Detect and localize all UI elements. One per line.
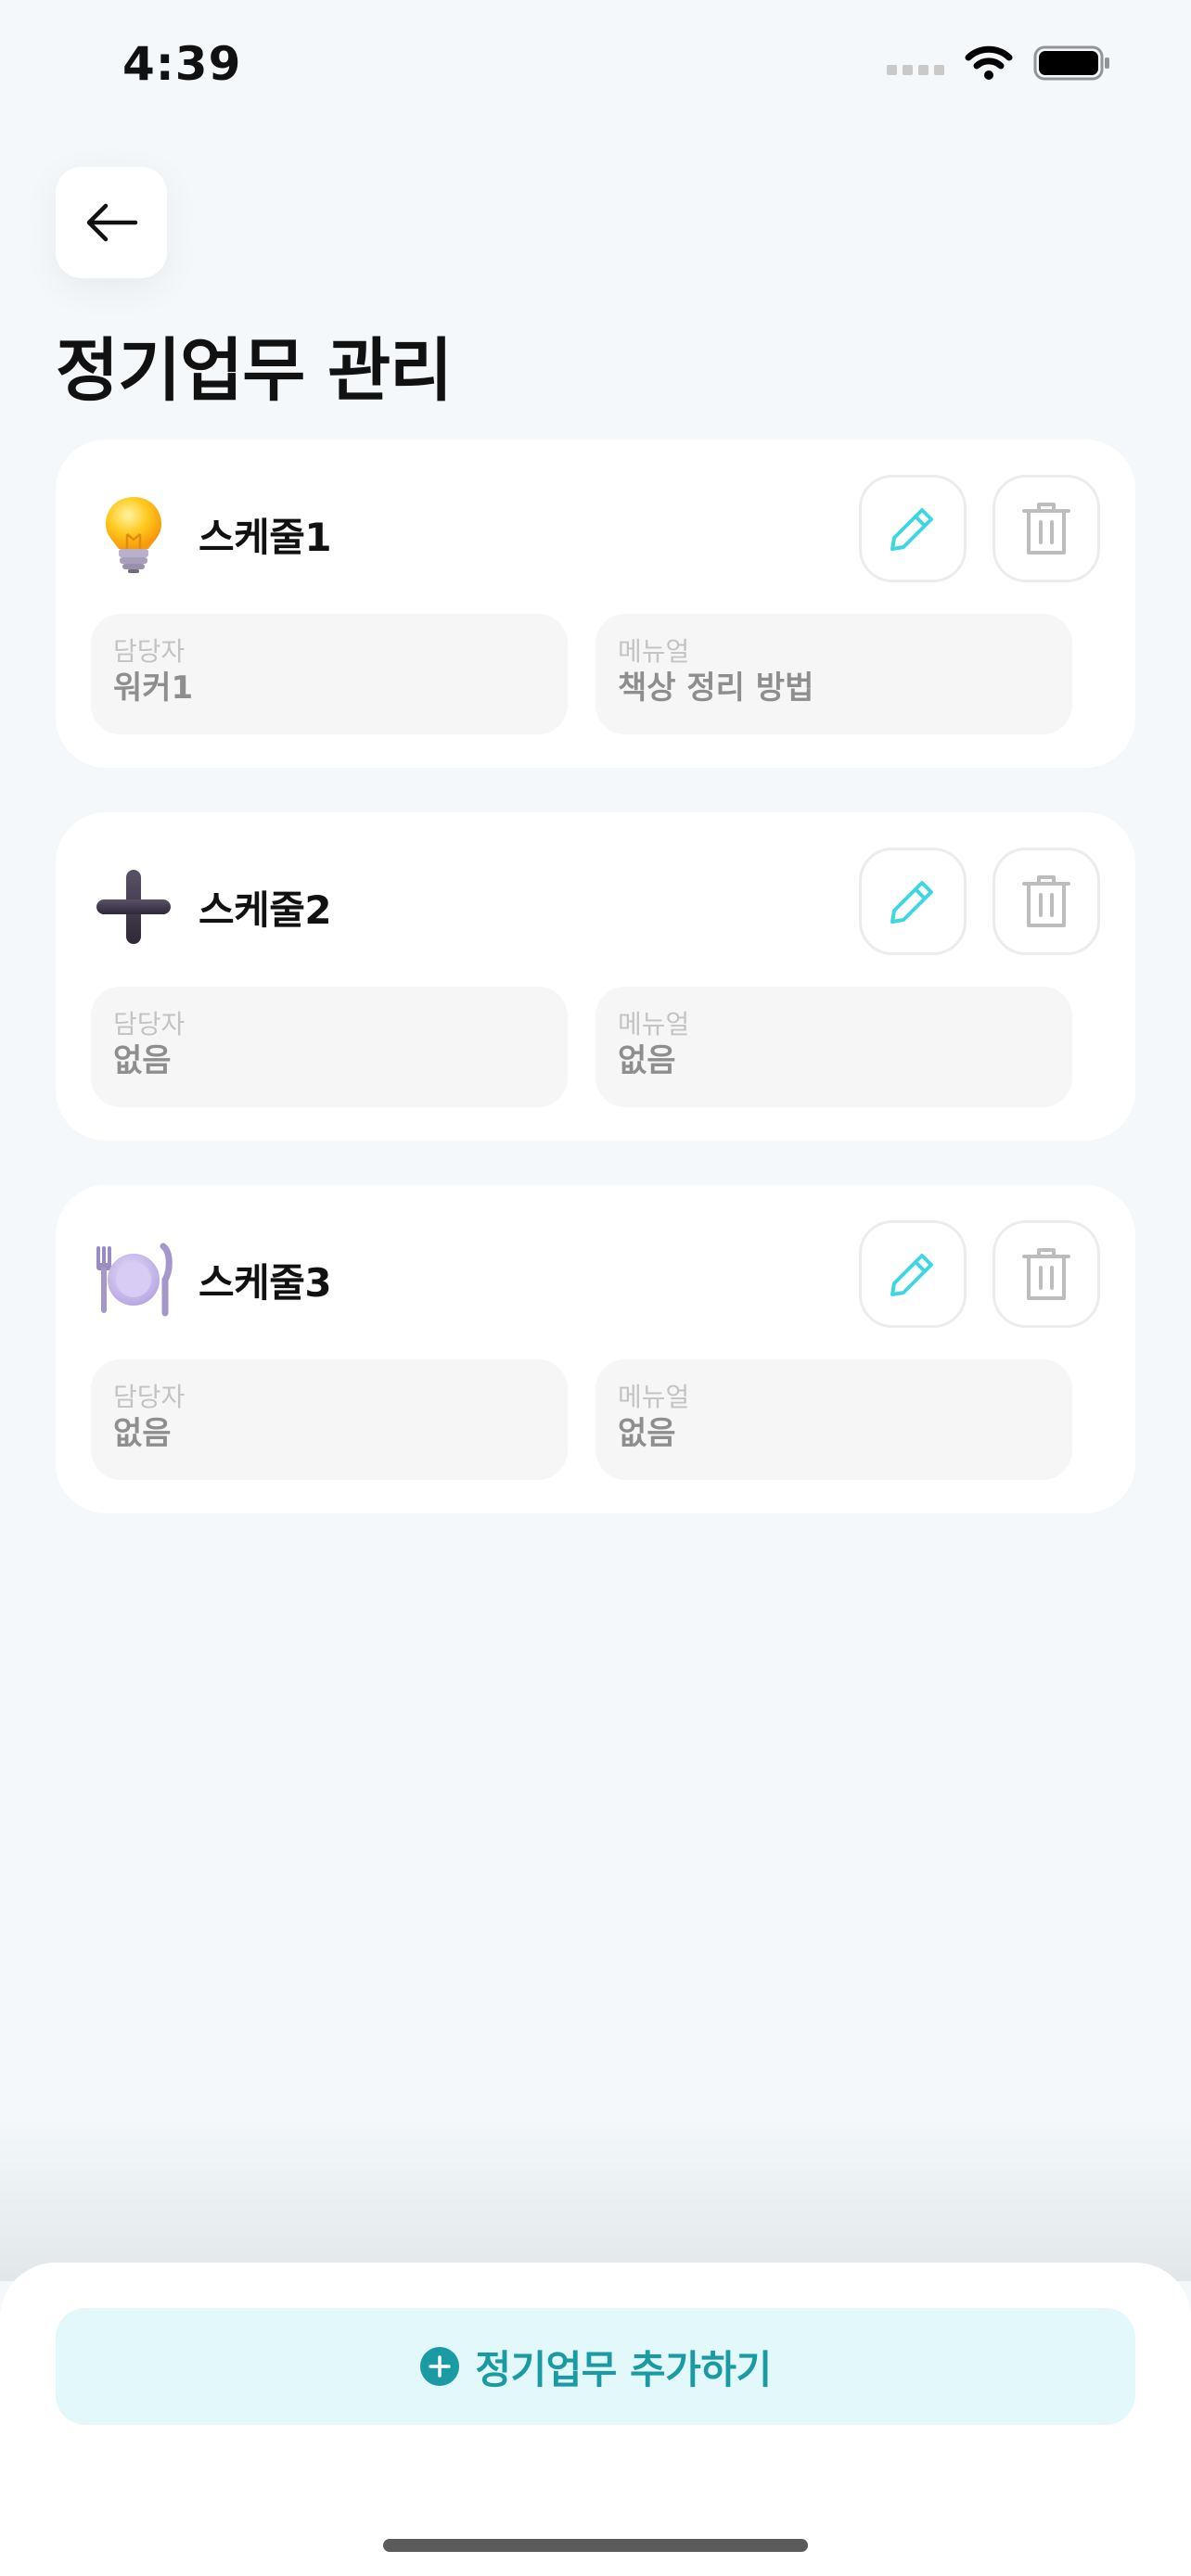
schedule-card: 스케줄3 담당자 없음 메뉴얼 없음 bbox=[56, 1185, 1135, 1513]
manual-field: 메뉴얼 없음 bbox=[596, 1359, 1072, 1480]
assignee-field: 담당자 워커1 bbox=[91, 614, 568, 734]
assignee-field: 담당자 없음 bbox=[91, 1359, 568, 1480]
assignee-label: 담당자 bbox=[113, 1009, 186, 1039]
delete-button[interactable] bbox=[992, 848, 1100, 955]
bottom-fade bbox=[0, 2114, 1191, 2281]
manual-label: 메뉴얼 bbox=[618, 1009, 690, 1039]
assignee-label: 담당자 bbox=[113, 636, 186, 667]
trash-icon bbox=[1022, 875, 1070, 927]
manual-value: 책상 정리 방법 bbox=[618, 670, 814, 707]
edit-button[interactable] bbox=[859, 475, 967, 582]
manual-field: 메뉴얼 책상 정리 방법 bbox=[596, 614, 1072, 734]
page-title: 정기업무 관리 bbox=[56, 331, 453, 411]
schedule-title: 스케줄2 bbox=[198, 886, 332, 933]
home-indicator bbox=[383, 2539, 808, 2552]
trash-icon bbox=[1022, 503, 1070, 555]
status-time: 4:39 bbox=[122, 37, 242, 91]
add-schedule-button[interactable]: 정기업무 추가하기 bbox=[56, 2308, 1135, 2425]
assignee-label: 담당자 bbox=[113, 1382, 186, 1412]
schedule-card: 스케줄1 담당자 워커1 메뉴얼 책상 정리 방법 bbox=[56, 440, 1135, 768]
manual-value: 없음 bbox=[618, 1415, 676, 1452]
assignee-value: 워커1 bbox=[113, 670, 194, 707]
delete-button[interactable] bbox=[992, 1220, 1100, 1328]
pencil-icon bbox=[890, 1254, 933, 1296]
lightbulb-icon bbox=[93, 493, 174, 575]
manual-label: 메뉴얼 bbox=[618, 1382, 690, 1412]
battery-icon bbox=[1033, 45, 1109, 81]
edit-button[interactable] bbox=[859, 848, 967, 955]
plus-circle-icon bbox=[420, 2347, 460, 2386]
manual-value: 없음 bbox=[618, 1042, 676, 1079]
schedule-title: 스케줄3 bbox=[198, 1259, 332, 1306]
back-button[interactable] bbox=[56, 167, 167, 278]
arrow-left-icon bbox=[86, 203, 138, 242]
delete-button[interactable] bbox=[992, 475, 1100, 582]
schedule-card: 스케줄2 담당자 없음 메뉴얼 없음 bbox=[56, 812, 1135, 1141]
trash-icon bbox=[1022, 1248, 1070, 1300]
assignee-field: 담당자 없음 bbox=[91, 987, 568, 1107]
plate-cutlery-icon bbox=[93, 1239, 174, 1320]
pencil-icon bbox=[890, 508, 933, 551]
add-schedule-label: 정기업무 추가하기 bbox=[475, 2346, 772, 2392]
assignee-value: 없음 bbox=[113, 1042, 172, 1079]
cellular-signal-icon bbox=[887, 64, 944, 75]
edit-button[interactable] bbox=[859, 1220, 967, 1328]
manual-label: 메뉴얼 bbox=[618, 636, 690, 667]
assignee-value: 없음 bbox=[113, 1415, 172, 1452]
wifi-icon bbox=[965, 45, 1013, 80]
status-icons bbox=[887, 45, 1111, 82]
plus-icon bbox=[93, 866, 174, 948]
manual-field: 메뉴얼 없음 bbox=[596, 987, 1072, 1107]
pencil-icon bbox=[890, 881, 933, 924]
schedule-title: 스케줄1 bbox=[198, 514, 332, 560]
